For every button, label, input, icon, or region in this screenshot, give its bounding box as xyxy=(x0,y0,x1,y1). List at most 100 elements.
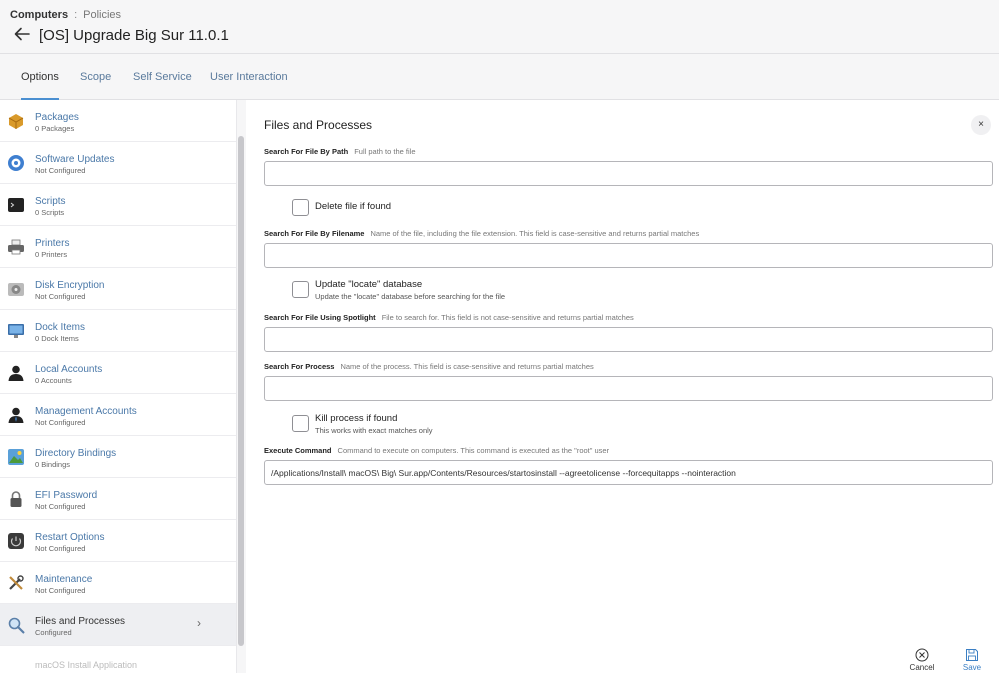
tools-icon xyxy=(9,575,24,590)
save-icon xyxy=(966,649,978,661)
execute-command-hint: Command to execute on computers. This co… xyxy=(337,446,610,455)
search-process-hint: Name of the process. This field is case-… xyxy=(340,362,594,371)
files-and-processes-panel: Files and Processes × Search For File By… xyxy=(246,100,999,673)
sidebar-item-status: 0 Accounts xyxy=(35,376,72,385)
sidebar-item-label: Scripts xyxy=(35,196,66,207)
lock-icon xyxy=(10,491,22,507)
tab-bar: Options Scope Self Service User Interact… xyxy=(0,54,999,100)
sidebar-item-status: 0 Printers xyxy=(35,250,68,259)
breadcrumb-separator: : xyxy=(74,9,78,21)
sidebar-item-label: EFI Password xyxy=(35,490,98,501)
sidebar-item-label: Disk Encryption xyxy=(35,280,105,291)
sidebar-item-software-updates[interactable]: Software Updates Not Configured xyxy=(0,142,236,184)
panel-title: Files and Processes xyxy=(264,118,373,132)
disk-encryption-icon xyxy=(8,283,24,296)
search-process-label: Search For Process Name of the process. T… xyxy=(264,362,594,371)
software-update-icon xyxy=(8,155,24,171)
sidebar-item-status: Not Configured xyxy=(35,502,86,511)
sidebar-item-label: Restart Options xyxy=(35,532,105,543)
tab-user-interaction[interactable]: User Interaction xyxy=(210,54,288,100)
sidebar-item-status: Not Configured xyxy=(35,586,86,595)
sidebar-item-restart-options[interactable]: Restart Options Not Configured xyxy=(0,520,236,562)
close-button[interactable]: × xyxy=(971,115,991,135)
sidebar-item-status: 0 Bindings xyxy=(35,460,71,469)
search-path-hint: Full path to the file xyxy=(354,147,416,156)
cancel-button[interactable]: Cancel xyxy=(902,648,942,672)
sidebar-item-dock-items[interactable]: Dock Items 0 Dock Items xyxy=(0,310,236,352)
sidebar-item-directory-bindings[interactable]: Directory Bindings 0 Bindings xyxy=(0,436,236,478)
search-spotlight-hint: File to search for. This field is not ca… xyxy=(381,313,634,322)
search-filename-title: Search For File By Filename xyxy=(264,229,365,238)
terminal-icon xyxy=(8,198,24,212)
magnifier-icon xyxy=(8,617,25,634)
breadcrumb-policies[interactable]: Policies xyxy=(83,9,121,21)
update-locate-checkbox[interactable] xyxy=(292,281,309,298)
sidebar-item-label: Directory Bindings xyxy=(35,448,117,459)
execute-command-label: Execute Command Command to execute on com… xyxy=(264,446,609,455)
sidebar-item-status: Not Configured xyxy=(35,418,86,427)
monitor-icon xyxy=(8,324,24,338)
page-title: [OS] Upgrade Big Sur 11.0.1 xyxy=(39,27,229,44)
sidebar-item-label: Local Accounts xyxy=(35,364,103,375)
sidebar-item-status: Not Configured xyxy=(35,292,86,301)
kill-process-checkbox[interactable] xyxy=(292,415,309,432)
save-button[interactable]: Save xyxy=(952,648,992,672)
sidebar: Packages 0 Packages Software Updates Not… xyxy=(0,100,236,673)
directory-icon xyxy=(8,449,24,465)
back-arrow-icon[interactable] xyxy=(14,27,30,41)
delete-file-checkbox[interactable] xyxy=(292,199,309,216)
sidebar-item-label: Files and Processes xyxy=(35,616,126,627)
printer-icon xyxy=(8,239,24,255)
page-header: Computers : Policies [OS] Upgrade Big Su… xyxy=(0,0,999,54)
search-spotlight-input[interactable] xyxy=(264,327,993,352)
search-spotlight-title: Search For File Using Spotlight xyxy=(264,313,376,322)
tab-scope[interactable]: Scope xyxy=(80,54,111,100)
search-path-label: Search For File By Path Full path to the … xyxy=(264,147,416,156)
sidebar-item-management-accounts[interactable]: Management Accounts Not Configured xyxy=(0,394,236,436)
sidebar-item-disk-encryption[interactable]: Disk Encryption Not Configured xyxy=(0,268,236,310)
delete-file-label: Delete file if found xyxy=(315,201,392,212)
sidebar-item-packages[interactable]: Packages 0 Packages xyxy=(0,100,236,142)
sidebar-item-status: 0 Packages xyxy=(35,124,75,133)
sidebar-item-maintenance[interactable]: Maintenance Not Configured xyxy=(0,562,236,604)
kill-process-label: Kill process if found xyxy=(315,413,398,424)
sidebar-item-status: Not Configured xyxy=(35,544,86,553)
search-path-title: Search For File By Path xyxy=(264,147,349,156)
cancel-icon xyxy=(915,648,929,662)
admin-user-icon xyxy=(8,407,24,423)
update-locate-label: Update "locate" database xyxy=(315,279,423,290)
sidebar-item-status: Not Configured xyxy=(35,166,86,175)
sidebar-item-efi-password[interactable]: EFI Password Not Configured xyxy=(0,478,236,520)
kill-process-description: This works with exact matches only xyxy=(315,426,433,435)
sidebar-item-macos-install-application[interactable]: macOS Install Application xyxy=(35,660,137,670)
search-process-title: Search For Process xyxy=(264,362,335,371)
sidebar-item-scripts[interactable]: Scripts 0 Scripts xyxy=(0,184,236,226)
sidebar-item-label: Maintenance xyxy=(35,574,93,585)
save-label: Save xyxy=(962,663,982,672)
tab-options[interactable]: Options xyxy=(21,54,59,100)
execute-command-title: Execute Command xyxy=(264,446,332,455)
search-spotlight-label: Search For File Using Spotlight File to s… xyxy=(264,313,634,322)
tab-self-service[interactable]: Self Service xyxy=(133,54,192,100)
search-filename-input[interactable] xyxy=(264,243,993,268)
sidebar-item-printers[interactable]: Printers 0 Printers xyxy=(0,226,236,268)
execute-command-input[interactable] xyxy=(264,460,993,485)
update-locate-description: Update the "locate" database before sear… xyxy=(315,292,506,301)
sidebar-item-local-accounts[interactable]: Local Accounts 0 Accounts xyxy=(0,352,236,394)
search-filename-hint: Name of the file, including the file ext… xyxy=(370,229,700,238)
sidebar-item-label: Packages xyxy=(35,112,79,123)
sidebar-item-label: Dock Items xyxy=(35,322,86,333)
sidebar-item-label: Printers xyxy=(35,238,70,249)
sidebar-scrollbar[interactable] xyxy=(238,136,244,646)
sidebar-item-status: 0 Dock Items xyxy=(35,334,79,343)
chevron-right-icon: › xyxy=(197,616,201,630)
sidebar-item-status: Configured xyxy=(35,628,72,637)
sidebar-item-files-and-processes[interactable]: Files and Processes Configured › xyxy=(0,604,236,646)
restart-icon xyxy=(8,533,24,549)
search-filename-label: Search For File By Filename Name of the f… xyxy=(264,229,699,238)
search-path-input[interactable] xyxy=(264,161,993,186)
breadcrumb: Computers : Policies xyxy=(10,9,121,21)
package-icon xyxy=(8,114,24,129)
search-process-input[interactable] xyxy=(264,376,993,401)
breadcrumb-computers[interactable]: Computers xyxy=(10,9,68,21)
